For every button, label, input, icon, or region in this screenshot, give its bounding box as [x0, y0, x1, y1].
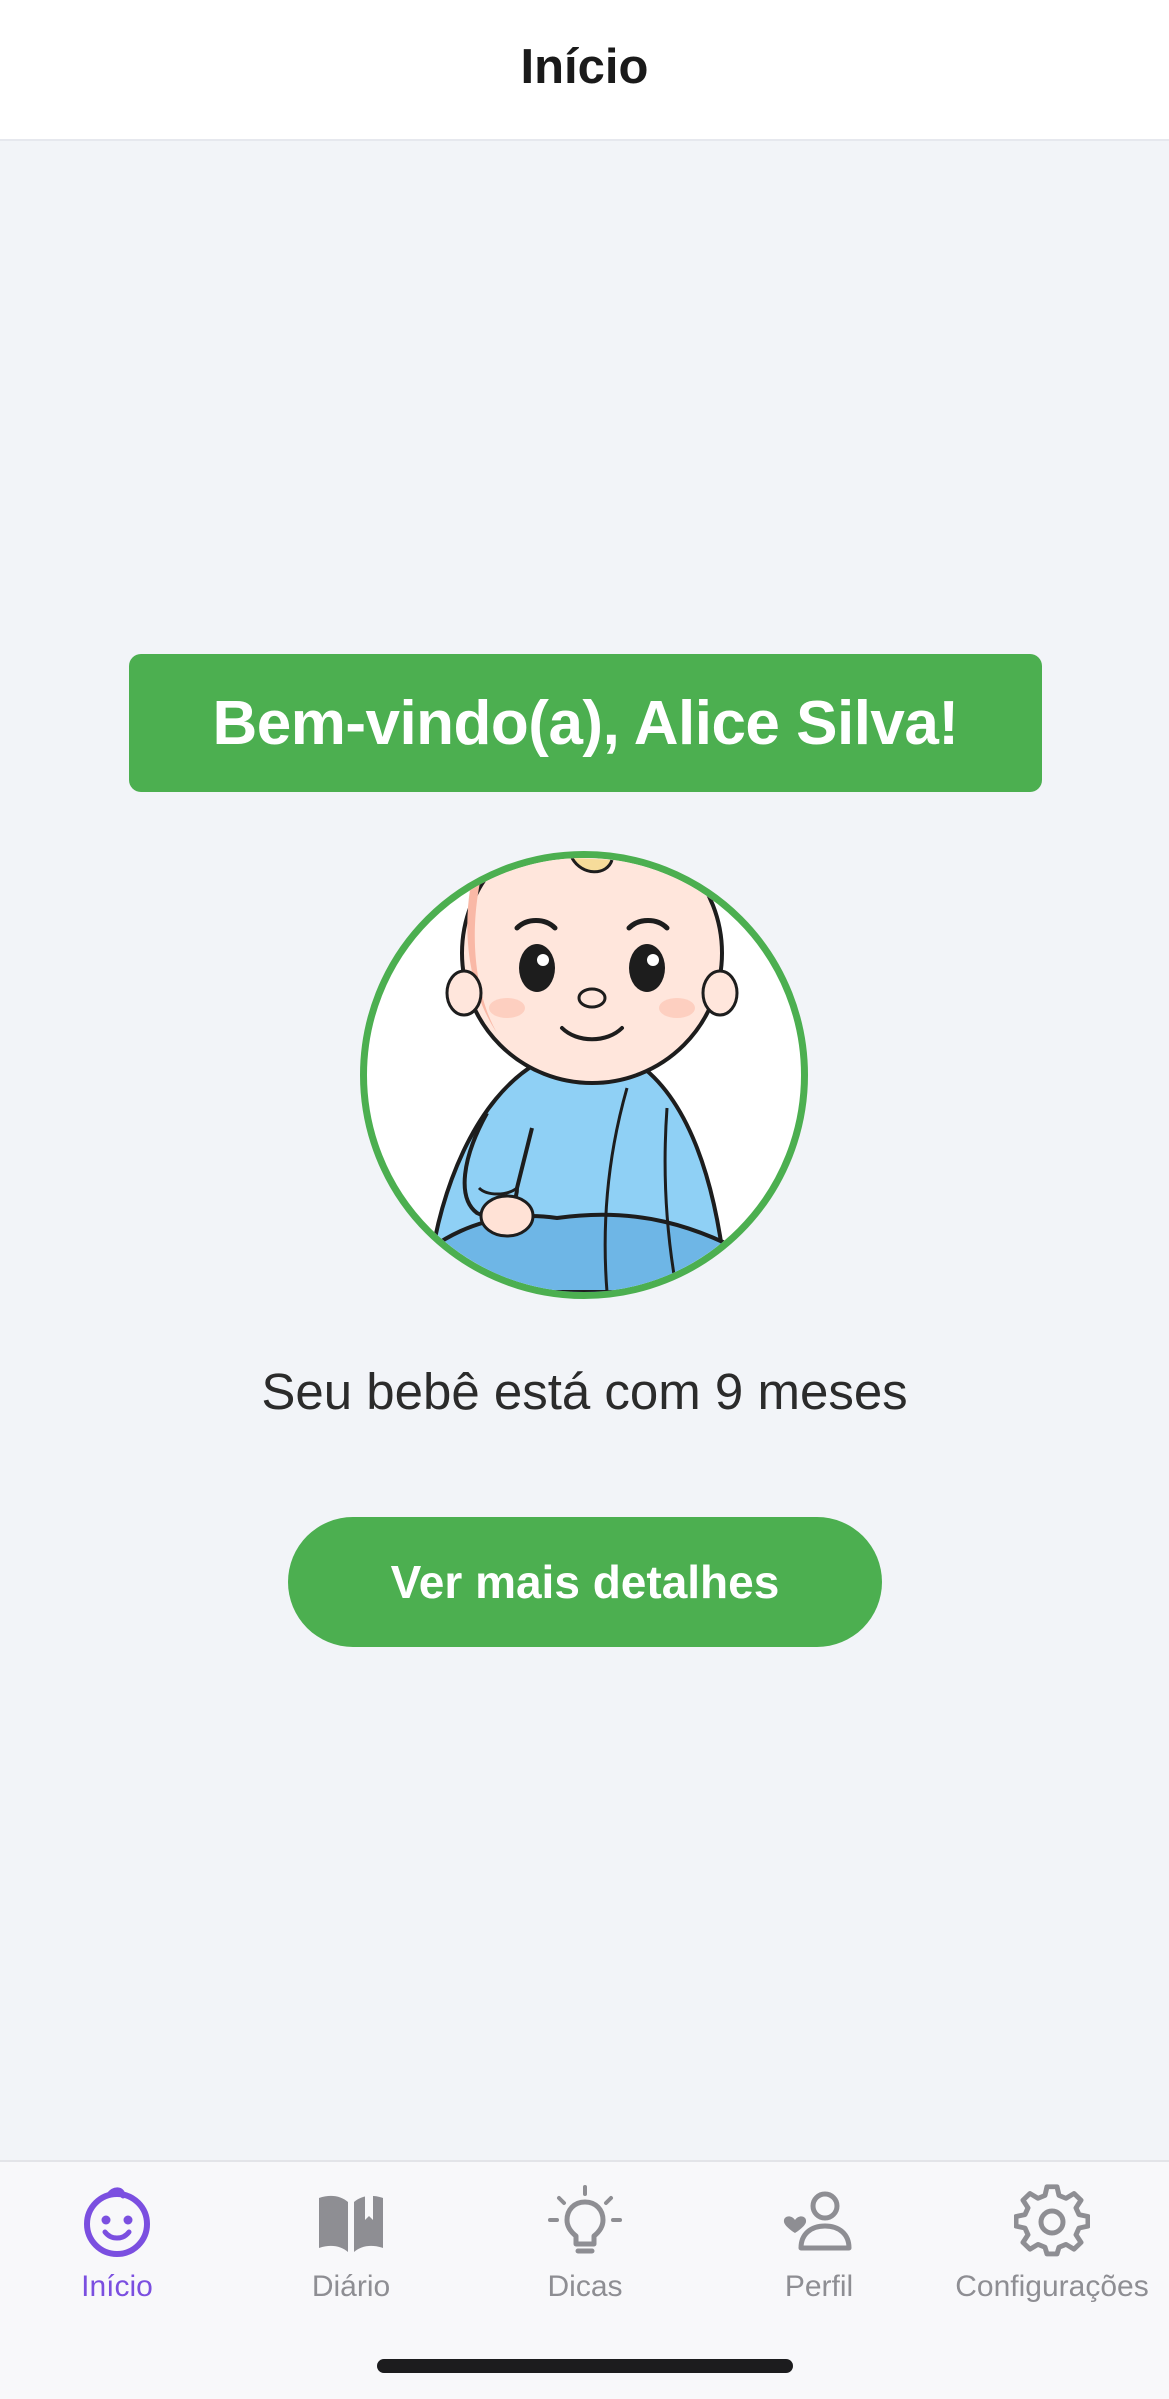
welcome-message: Bem-vindo(a), Alice Silva! [212, 688, 959, 758]
welcome-banner: Bem-vindo(a), Alice Silva! [129, 654, 1042, 792]
page-title: Início [520, 39, 649, 94]
tab-label-diario: Diário [311, 2270, 391, 2303]
tab-perfil[interactable]: Perfil [702, 2184, 936, 2334]
home-screen: Início Bem-vindo(a), Alice Silva! Seu be… [0, 0, 1169, 2399]
tab-label-inicio: Início [81, 2270, 153, 2303]
tab-label-dicas: Dicas [547, 2270, 623, 2303]
home-indicator[interactable] [377, 2359, 793, 2373]
navigation-header: Início [0, 0, 1169, 141]
tab-label-perfil: Perfil [784, 2270, 854, 2303]
baby-age-text: Seu bebê está com 9 meses [261, 1363, 908, 1420]
gear-icon [1014, 2184, 1090, 2260]
tab-diario[interactable]: Diário [234, 2184, 468, 2334]
baby-illustration-icon [384, 858, 789, 1292]
tab-inicio[interactable]: Início [0, 2184, 234, 2334]
baby-face-icon [79, 2184, 155, 2260]
tab-label-configuracoes: Configurações [955, 2270, 1149, 2303]
profile-heart-icon [781, 2184, 857, 2260]
lightbulb-icon [547, 2184, 623, 2260]
baby-avatar [360, 851, 808, 1299]
tab-configuracoes[interactable]: Configurações [935, 2184, 1169, 2334]
see-more-details-button[interactable]: Ver mais detalhes [288, 1517, 882, 1647]
tab-dicas[interactable]: Dicas [468, 2184, 702, 2334]
open-book-icon [313, 2184, 389, 2260]
